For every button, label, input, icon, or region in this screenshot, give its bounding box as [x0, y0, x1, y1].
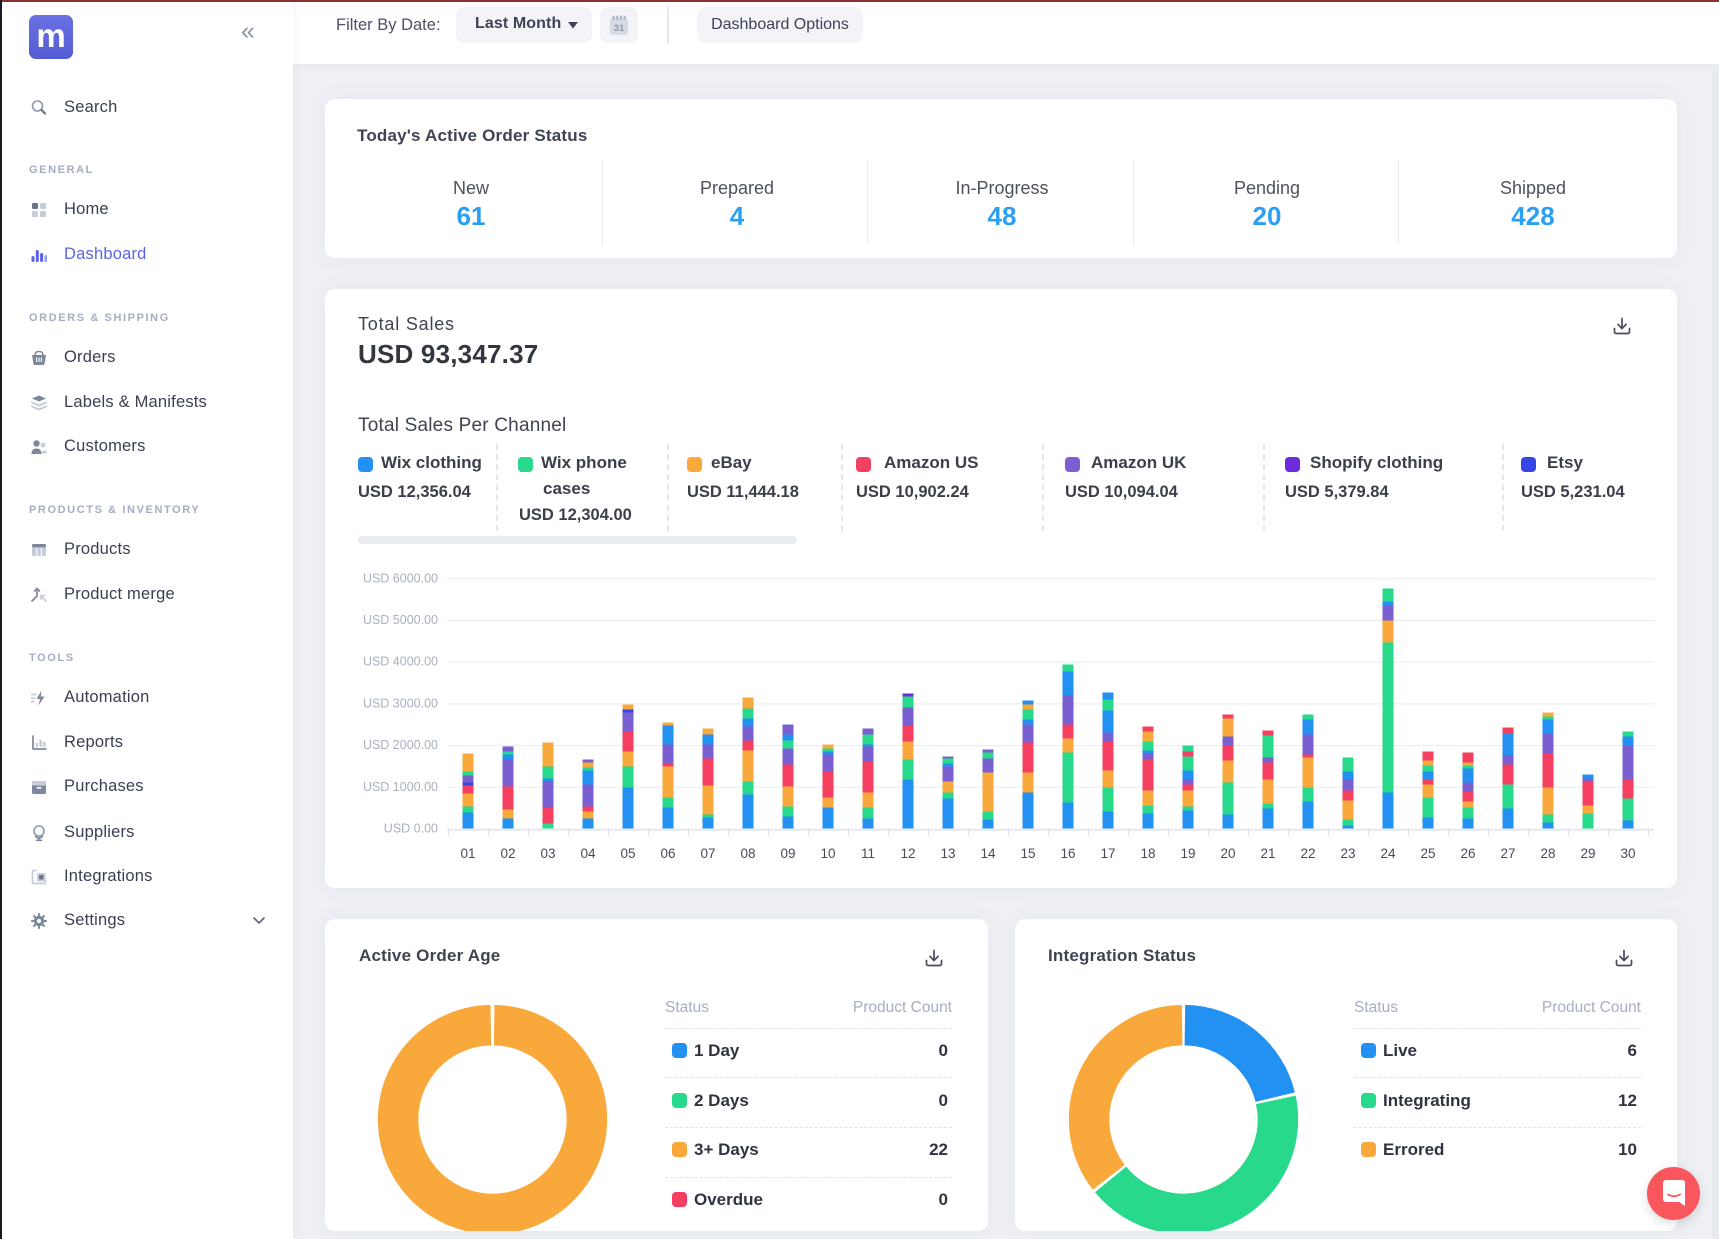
svg-text:07: 07 [700, 846, 715, 861]
svg-text:24: 24 [1380, 846, 1396, 861]
svg-text:10: 10 [820, 846, 835, 861]
svg-text:USD 5000.00: USD 5000.00 [363, 613, 438, 627]
svg-text:USD 2000.00: USD 2000.00 [363, 738, 438, 752]
svg-text:06: 06 [660, 846, 675, 861]
svg-text:23: 23 [1340, 846, 1355, 861]
svg-text:20: 20 [1220, 846, 1235, 861]
svg-text:31: 31 [614, 23, 625, 34]
svg-text:28: 28 [1540, 846, 1555, 861]
svg-text:USD 0.00: USD 0.00 [384, 822, 438, 836]
svg-text:USD 3000.00: USD 3000.00 [363, 696, 438, 710]
svg-text:11: 11 [861, 846, 875, 861]
svg-text:USD 4000.00: USD 4000.00 [363, 655, 438, 669]
svg-text:17: 17 [1100, 846, 1115, 861]
svg-text:27: 27 [1500, 846, 1515, 861]
svg-text:01: 01 [460, 846, 475, 861]
svg-text:02: 02 [500, 846, 515, 861]
svg-text:29: 29 [1580, 846, 1595, 861]
svg-text:USD 6000.00: USD 6000.00 [363, 571, 438, 585]
svg-text:18: 18 [1140, 846, 1155, 861]
svg-text:22: 22 [1300, 846, 1315, 861]
svg-text:12: 12 [900, 846, 915, 861]
svg-text:15: 15 [1020, 846, 1035, 861]
svg-text:21: 21 [1260, 846, 1275, 861]
svg-text:03: 03 [540, 846, 555, 861]
svg-text:04: 04 [580, 846, 596, 861]
svg-text:14: 14 [980, 846, 996, 861]
svg-text:16: 16 [1060, 846, 1075, 861]
svg-text:26: 26 [1460, 846, 1475, 861]
svg-text:30: 30 [1620, 846, 1635, 861]
svg-text:19: 19 [1180, 846, 1195, 861]
svg-text:05: 05 [620, 846, 635, 861]
svg-text:09: 09 [780, 846, 795, 861]
svg-text:25: 25 [1420, 846, 1435, 861]
svg-text:13: 13 [940, 846, 955, 861]
svg-text:08: 08 [740, 846, 755, 861]
svg-text:USD 1000.00: USD 1000.00 [363, 780, 438, 794]
